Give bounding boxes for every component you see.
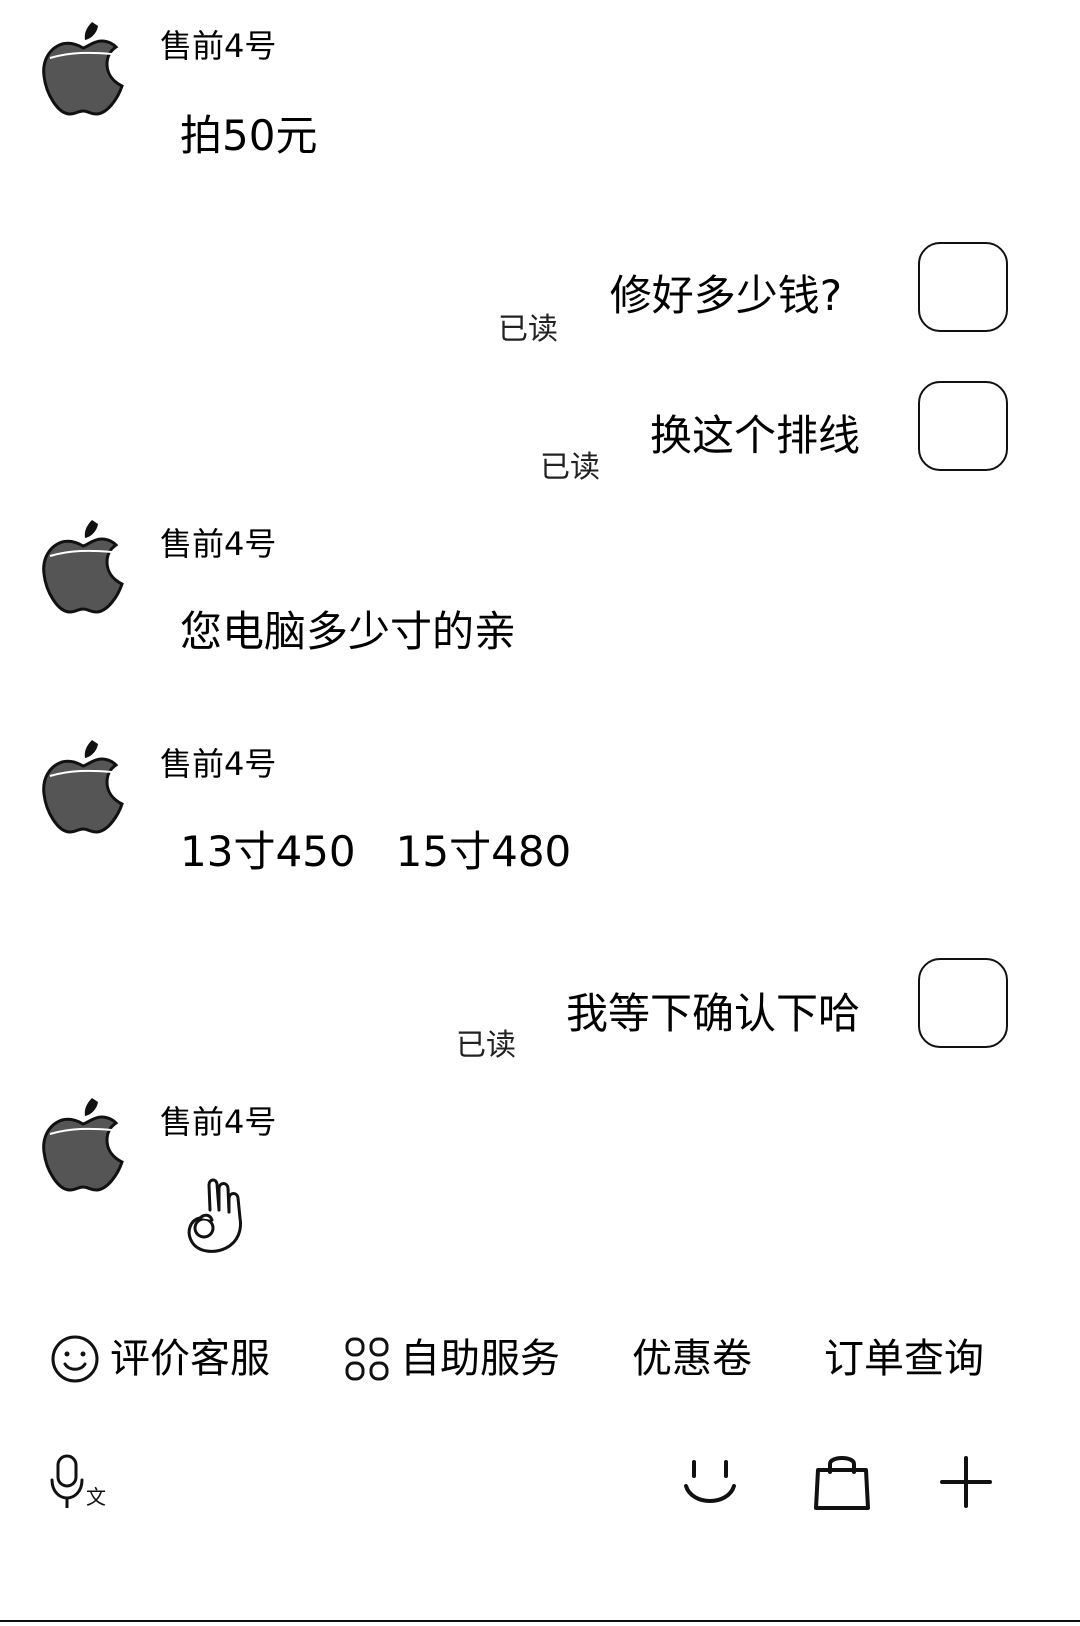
apple-logo-icon — [42, 740, 124, 834]
read-status: 已读 — [498, 312, 558, 347]
order-query-button[interactable]: 订单查询 — [824, 1334, 984, 1384]
message-text: 13寸450 15寸480 — [180, 827, 572, 876]
self-service-button[interactable]: 自助服务 — [344, 1334, 560, 1384]
more-button[interactable] — [938, 1454, 994, 1510]
agent-avatar[interactable] — [40, 736, 126, 836]
apple-logo-icon — [42, 1098, 124, 1192]
apple-logo-icon — [42, 22, 124, 116]
emoji-button[interactable] — [680, 1456, 740, 1512]
order-query-label: 订单查询 — [824, 1336, 984, 1382]
sender-name: 售前4号 — [160, 745, 277, 783]
read-status: 已读 — [540, 450, 600, 485]
message-text: 换这个排线 — [649, 411, 860, 460]
plus-icon — [940, 1456, 992, 1508]
svg-text:文: 文 — [86, 1485, 106, 1509]
ok-hand-emoji-icon — [180, 1178, 250, 1254]
message-text: 您电脑多少寸的亲 — [180, 607, 517, 656]
sender-name: 售前4号 — [160, 27, 277, 65]
rate-service-label: 评价客服 — [110, 1336, 270, 1382]
read-status: 已读 — [456, 1028, 516, 1063]
user-avatar[interactable] — [918, 958, 1008, 1048]
bottom-divider — [0, 1620, 1080, 1622]
agent-avatar[interactable] — [40, 1094, 126, 1194]
apple-logo-icon — [42, 520, 124, 614]
sender-name: 售前4号 — [160, 1103, 277, 1141]
user-avatar[interactable] — [918, 381, 1008, 471]
grid-icon — [345, 1337, 389, 1381]
message-text: 拍50元 — [180, 111, 318, 160]
emoji-icon — [684, 1460, 736, 1503]
smiley-icon — [51, 1335, 99, 1383]
message-text: 修好多少钱? — [609, 271, 842, 320]
coupon-button[interactable]: 优惠卷 — [632, 1334, 752, 1384]
rate-service-button[interactable]: 评价客服 — [50, 1334, 270, 1384]
coupon-label: 优惠卷 — [632, 1336, 752, 1382]
message-text: 我等下确认下哈 — [565, 989, 860, 1038]
voice-to-text-icon: 文 — [50, 1454, 106, 1509]
agent-avatar[interactable] — [40, 18, 126, 118]
shop-button[interactable] — [812, 1450, 872, 1512]
shopping-bag-icon — [814, 1456, 870, 1510]
self-service-label: 自助服务 — [400, 1336, 560, 1382]
voice-to-text-button[interactable]: 文 — [48, 1452, 108, 1514]
agent-avatar[interactable] — [40, 516, 126, 616]
user-avatar[interactable] — [918, 242, 1008, 332]
sender-name: 售前4号 — [160, 525, 277, 563]
